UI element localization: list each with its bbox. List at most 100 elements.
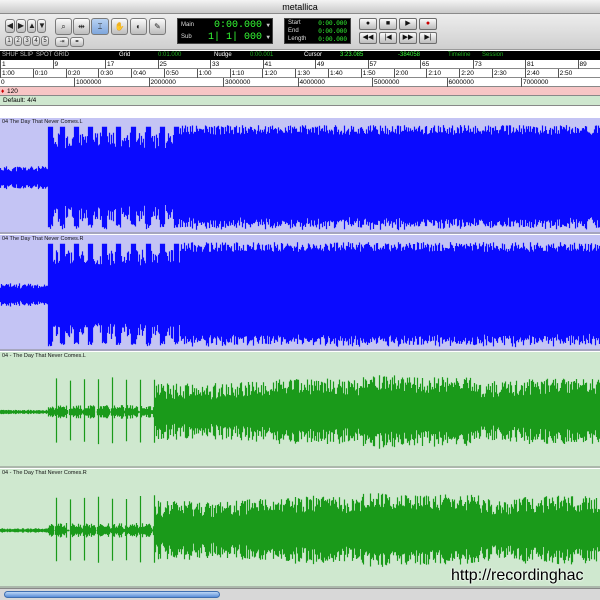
window-title: metallica [282, 2, 318, 12]
waveform[interactable] [0, 235, 600, 351]
bars-beats-ruler[interactable]: 1 9 17 25 33 41 49 57 65 73 81 89 [0, 60, 600, 69]
main-counter-menu-icon[interactable]: ▼ [266, 22, 270, 29]
trim-tool-icon[interactable]: ⇹ [73, 18, 90, 35]
length-value[interactable]: 0:00.000 [318, 36, 347, 43]
grabber-tool-icon[interactable]: ✋ [111, 18, 128, 35]
ruler-tick-label: 1:30 [295, 69, 310, 78]
track-name: 04 The Day That Never Comes.R [2, 236, 84, 242]
zoom-in-icon[interactable]: ▶ [16, 19, 26, 33]
ruler-tick-label: 65 [420, 60, 430, 69]
cursor-sample: -384058 [398, 52, 421, 58]
min-secs-ruler[interactable]: 1:00 0:10 0:20 0:30 0:40 0:50 1:00 1:10 1:20 1:30… [0, 69, 600, 78]
scroll-thumb[interactable] [4, 591, 220, 598]
link-icon[interactable]: ⚭ [70, 37, 84, 47]
ruler-tick-label: 7000000 [521, 78, 549, 87]
ruler-tick-label: 2:50 [557, 69, 573, 78]
horizontal-scrollbar[interactable] [0, 588, 600, 600]
ruler-tick-label: 1:10 [229, 69, 245, 78]
play-icon[interactable]: ▶ [399, 18, 417, 30]
mode-button-shuffle[interactable]: SHUF [2, 51, 18, 60]
session-label: Session [482, 52, 504, 58]
ruler-tick-label: 0:20 [65, 69, 81, 78]
track-lane[interactable]: 04 - The Day That Never Comes.L [0, 352, 600, 468]
vertical-zoom-icon[interactable]: ▲ [27, 19, 36, 33]
nudge-value[interactable]: 0:00.001 [250, 51, 273, 60]
zoom-out-icon[interactable]: ◀ [5, 19, 15, 33]
transport-controls: ● ■ ▶ ● ◀◀ |◀ ▶▶ ▶| [357, 17, 437, 46]
ruler-tick-label: 2:20 [459, 69, 474, 78]
ruler-tick-label: 0:40 [131, 69, 146, 78]
ruler-tick-label: 1:20 [262, 69, 278, 78]
zoom-preset-3[interactable]: 3 [23, 36, 31, 46]
ruler-tick-label: 57 [367, 60, 377, 69]
zoom-preset-5[interactable]: 5 [41, 36, 49, 46]
ruler-tick-label: 2:30 [492, 69, 507, 78]
end-value[interactable]: 0:00.000 [318, 28, 347, 35]
stop-icon[interactable]: ■ [379, 18, 397, 30]
start-label: Start [288, 20, 301, 26]
end-label: End [288, 28, 299, 34]
zoom-preset-2[interactable]: 2 [14, 36, 22, 46]
waveform-path [0, 242, 600, 348]
timeline-rulers: 1 9 17 25 33 41 49 57 65 73 81 89 1:00 0:10 0:20 0:30 0… [0, 60, 600, 106]
track-lane[interactable]: 04 The Day That Never Comes.L [0, 118, 600, 234]
selector-tool-icon[interactable]: ⌶ [91, 18, 109, 35]
ruler-tick-label: 0:10 [32, 69, 48, 78]
record-icon[interactable]: ● [359, 18, 377, 30]
pencil-tool-icon[interactable]: ✎ [149, 18, 166, 35]
waveform[interactable] [0, 352, 600, 468]
main-counter[interactable]: Main 0:00.000 ▼ Sub 1| 1| 000 ▼ [177, 18, 273, 44]
ruler-tick-label: 1 [0, 60, 6, 69]
zoom-preset-4[interactable]: 4 [32, 36, 40, 46]
selection-panel: Start 0:00.000 End 0:00.000 Length 0:00.… [284, 18, 351, 44]
edit-info-bar: SHUF SLIP SPOT GRID Grid 0:01.000 Nudge … [0, 51, 600, 60]
grid-value[interactable]: 0:01.000 [158, 51, 181, 60]
rewind-icon[interactable]: ◀◀ [359, 32, 377, 44]
edit-toolbar: ◀ ▶ ▲ ▼ 1 2 3 4 5 ⌕ ⇹ ⌶ ✋ ◐ ✎ ⇥ ⚭ Main 0… [0, 14, 600, 50]
track-lane[interactable]: 04 The Day That Never Comes.R [0, 235, 600, 351]
mode-button-spot[interactable]: SPOT [36, 51, 52, 60]
fast-forward-icon[interactable]: ▶▶ [399, 32, 417, 44]
go-to-end-icon[interactable]: ▶| [419, 32, 437, 44]
ruler-tick-label: 73 [472, 60, 482, 69]
watermark-url: http://recordinghac [451, 567, 584, 584]
ruler-tick-label: 3000000 [223, 78, 251, 87]
window-title-bar: metallica [0, 0, 600, 14]
ruler-tick-label: 0 [1, 79, 5, 86]
ruler-tick-label: 2:40 [524, 69, 540, 78]
sub-counter-menu-icon[interactable]: ▼ [266, 34, 270, 41]
meter-ruler[interactable]: Default: 4/4 [0, 96, 600, 106]
vertical-zoom-down-icon[interactable]: ▼ [37, 19, 46, 33]
ruler-tick-label: 6000000 [446, 78, 474, 87]
ruler-tick-label: 4000000 [297, 78, 325, 87]
ruler-tick-label: 41 [262, 60, 272, 69]
ruler-tick-label: 9 [52, 60, 59, 69]
length-label: Length [288, 36, 307, 42]
tempo-ruler[interactable]: ♦ 120 [0, 87, 600, 96]
ruler-tick-label: 81 [525, 60, 535, 69]
tempo-marker-icon[interactable]: ♦ [0, 87, 4, 96]
ruler-tick-label: 33 [210, 60, 220, 69]
track-name: 04 - The Day That Never Comes.R [2, 470, 87, 476]
ruler-tick-label: 1:40 [328, 69, 343, 78]
cursor-time: 3:23.085 [340, 52, 364, 58]
tempo-value: 120 [7, 88, 18, 95]
track-name: 04 The Day That Never Comes.L [2, 119, 83, 125]
zoomer-tool-icon[interactable]: ⌕ [55, 18, 72, 35]
record-arm-icon[interactable]: ● [419, 18, 437, 30]
mode-button-grid[interactable]: GRID [54, 51, 69, 60]
samples-ruler[interactable]: 0 1000000 2000000 3000000 4000000 5000000 6000… [0, 78, 600, 87]
zoom-preset-1[interactable]: 1 [5, 36, 13, 46]
ruler-tick-label: 2000000 [148, 78, 176, 87]
ruler-tick-label: 1:00 [196, 69, 212, 78]
waveform[interactable] [0, 118, 600, 234]
tab-to-transient-icon[interactable]: ⇥ [55, 37, 69, 47]
mode-button-slip[interactable]: SLIP [20, 51, 33, 60]
timeline-label: Timeline [448, 52, 471, 58]
return-to-start-icon[interactable]: |◀ [379, 32, 397, 44]
scrubber-tool-icon[interactable]: ◐ [130, 18, 147, 35]
sub-counter-label: Sub [181, 34, 192, 40]
ruler-tick-label: 5000000 [372, 78, 400, 87]
start-value[interactable]: 0:00.000 [318, 20, 347, 27]
meter-value: Default: 4/4 [3, 97, 37, 104]
